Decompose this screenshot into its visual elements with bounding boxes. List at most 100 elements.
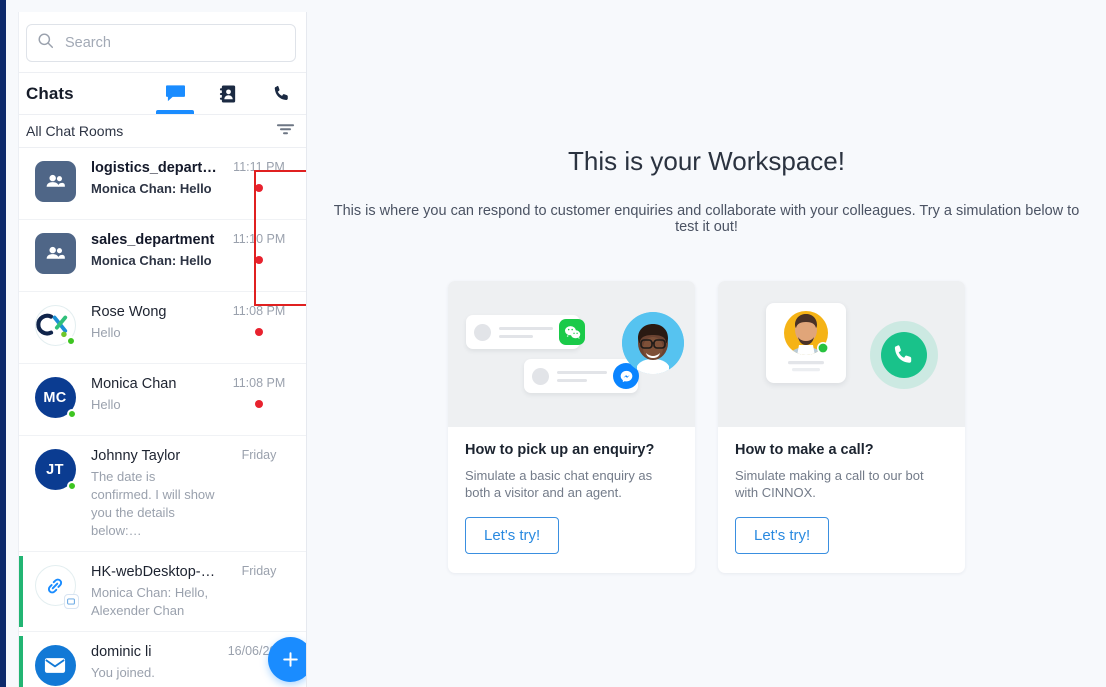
avatar xyxy=(34,645,76,686)
chat-preview-text: The date is confirmed. I will show you t… xyxy=(91,469,215,538)
bubble-line xyxy=(557,370,607,374)
plus-icon xyxy=(283,652,298,667)
chat-room-row[interactable]: sales_department Monica Chan: Hello 11:10 … xyxy=(19,220,306,292)
chat-room-name: HK-webDesktop-228 xyxy=(91,564,217,580)
unread-indicator xyxy=(255,400,263,408)
search-box[interactable] xyxy=(26,24,296,62)
chat-room-name: logistics_department xyxy=(91,160,217,176)
sidebar-scroll-area[interactable]: Chats xyxy=(19,12,306,687)
chat-room-row[interactable]: logistics_department Monica Chan: Hello 11… xyxy=(19,148,306,220)
row-meta: 11:08 PM xyxy=(223,375,295,408)
card-pick-up-enquiry[interactable]: How to pick up an enquiry? Simulate a ba… xyxy=(448,281,695,573)
chat-room-row[interactable]: HK-webDesktop-228 Monica Chan: Hello, Ale… xyxy=(19,552,306,632)
unread-indicator xyxy=(255,256,263,264)
envelope-icon xyxy=(44,658,66,673)
lets-try-button-call[interactable]: Let's try! xyxy=(735,517,830,554)
presence-indicator xyxy=(65,336,76,346)
bubble-text-lines xyxy=(499,326,553,338)
card-make-a-call[interactable]: How to make a call? Simulate making a ca… xyxy=(718,281,965,573)
chat-room-name: Monica Chan xyxy=(91,376,177,392)
avatar-cell: JT xyxy=(19,447,91,491)
bubble-line xyxy=(499,326,553,330)
row-body: HK-webDesktop-228 Monica Chan: Hello, Ale… xyxy=(91,563,223,620)
search-input[interactable] xyxy=(63,34,285,52)
search-icon xyxy=(37,32,54,54)
card-text-block: How to pick up an enquiry? Simulate a ba… xyxy=(448,427,695,573)
tab-contacts[interactable] xyxy=(215,73,241,114)
chat-preview-text: Monica Chan: Hello, Alexender Chan xyxy=(91,585,209,618)
chats-header: Chats xyxy=(19,72,306,115)
visitor-avatar-illustration xyxy=(622,312,684,374)
avatar xyxy=(34,161,76,202)
chat-room-name: Rose Wong xyxy=(91,304,167,320)
chat-preview-text: Hello xyxy=(91,397,121,412)
row-meta: 11:11 PM xyxy=(223,159,295,192)
chat-preview-text: Monica Chan: Hello xyxy=(91,181,212,196)
row-body: Rose Wong Hello xyxy=(91,303,223,342)
chat-bubble-icon xyxy=(165,85,185,102)
avatar-cell xyxy=(19,563,91,609)
avatar-cell xyxy=(19,643,91,686)
sidebar-tabs xyxy=(156,73,294,114)
bubble-avatar-placeholder xyxy=(532,367,549,385)
bubble-line xyxy=(499,334,533,338)
chat-timestamp: 11:11 PM xyxy=(233,160,285,174)
link-icon xyxy=(47,578,63,593)
chat-room-name: sales_department xyxy=(91,232,215,248)
call-action-icon xyxy=(881,332,927,378)
filter-icon[interactable] xyxy=(276,121,295,142)
row-meta: 11:08 PM xyxy=(223,303,295,336)
search-section xyxy=(19,12,306,72)
phone-icon xyxy=(274,85,288,100)
all-chat-rooms-label: All Chat Rooms xyxy=(26,123,124,139)
chat-timestamp: 11:10 PM xyxy=(232,232,286,246)
chat-room-list: logistics_department Monica Chan: Hello 11… xyxy=(19,148,306,687)
presence-indicator xyxy=(66,481,77,491)
group-avatar-icon xyxy=(46,174,65,187)
avatar-cell xyxy=(19,159,91,202)
call-button-halo xyxy=(870,321,938,389)
page-title: Chats xyxy=(26,83,74,103)
wechat-message-bubble xyxy=(466,315,585,349)
avatar-cell: MC xyxy=(19,375,91,419)
chat-room-row[interactable]: MC Monica Chan Hello 11:08 PM xyxy=(19,364,306,436)
row-accent-bar xyxy=(19,636,23,687)
row-body: sales_department Monica Chan: Hello xyxy=(91,231,223,270)
wechat-icon xyxy=(559,319,585,345)
avatar-cell xyxy=(19,231,91,274)
card-title: How to make a call? xyxy=(735,442,874,458)
row-body: Monica Chan Hello xyxy=(91,375,223,414)
bubble-text-lines xyxy=(557,370,607,382)
avatar: MC xyxy=(34,377,77,419)
unread-indicator xyxy=(255,328,263,336)
tab-chat-underline xyxy=(156,110,194,114)
row-body: Johnny Taylor The date is confirmed. I wi… xyxy=(91,447,223,540)
row-meta: Friday xyxy=(223,563,295,578)
tab-calls[interactable] xyxy=(268,73,294,114)
chat-room-row[interactable]: dominic li You joined. 16/06/2023 xyxy=(19,632,306,687)
chat-illustration xyxy=(448,281,695,427)
group-avatar-icon xyxy=(46,246,65,259)
card-description: Simulate making a call to our bot with C… xyxy=(735,468,924,500)
row-meta: 11:10 PM xyxy=(223,231,295,264)
all-chat-rooms-bar: All Chat Rooms xyxy=(19,115,306,148)
chat-room-row[interactable]: JT Johnny Taylor The date is confirmed. I … xyxy=(19,436,306,552)
card-text-block: How to make a call? Simulate making a ca… xyxy=(718,427,965,573)
device-badge-icon xyxy=(63,594,79,609)
presence-indicator xyxy=(66,409,77,419)
tab-chat[interactable] xyxy=(156,73,194,114)
contact-card-illustration xyxy=(766,303,846,383)
card-description: Simulate a basic chat enquiry as both a … xyxy=(465,468,653,500)
row-body: logistics_department Monica Chan: Hello xyxy=(91,159,223,198)
new-chat-fab-button[interactable] xyxy=(268,637,306,682)
workspace-subtitle: This is where you can respond to custome… xyxy=(333,203,1080,235)
chat-room-row[interactable]: Rose Wong Hello 11:08 PM xyxy=(19,292,306,364)
left-nav-rail xyxy=(0,0,6,687)
call-illustration xyxy=(718,281,965,427)
unread-indicator xyxy=(255,184,263,192)
chat-timestamp: Friday xyxy=(241,564,277,578)
workspace-panel: This is your Workspace! This is where yo… xyxy=(307,0,1106,687)
chat-sidebar: Chats xyxy=(18,12,307,687)
lets-try-button-enquiry[interactable]: Let's try! xyxy=(465,517,560,554)
chat-timestamp: Friday xyxy=(241,448,277,462)
